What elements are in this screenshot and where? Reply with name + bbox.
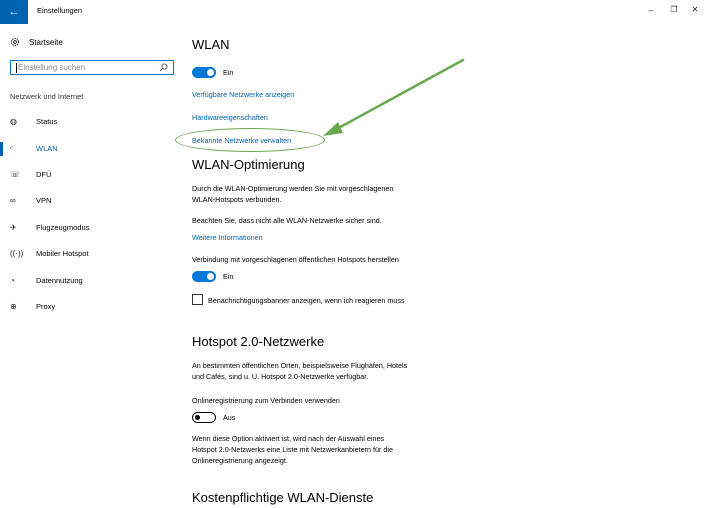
hotspot20-desc-line1: An bestimmten öffentlichen Orten, beispi…	[192, 361, 408, 370]
optimization-desc-line2: WLAN-Hotspots verbunden.	[192, 195, 282, 204]
connect-hotspots-toggle-label: Ein	[223, 272, 234, 281]
annotation-arrow	[323, 58, 465, 136]
banner-checkbox-label: Benachrichtigungsbanner anzeigen, wenn i…	[208, 296, 405, 305]
wlan-optimization-title: WLAN-Optimierung	[192, 157, 305, 172]
optimization-desc-line1: Durch die WLAN-Optimierung werden Sie mi…	[192, 184, 394, 193]
online-desc-line1: Wenn diese Option aktiviert ist, wird na…	[192, 434, 385, 443]
banner-checkbox[interactable]	[192, 294, 203, 305]
more-info-link[interactable]: Weitere Informationen	[192, 233, 263, 242]
online-registration-toggle[interactable]	[192, 412, 216, 423]
online-desc-line3: Onlineregistrierung angezeigt.	[192, 456, 288, 465]
hotspot20-title: Hotspot 2.0-Netzwerke	[192, 334, 325, 349]
paid-wlan-title: Kostenpflichtige WLAN-Dienste	[192, 490, 374, 505]
connect-hotspots-toggle[interactable]	[192, 271, 216, 282]
online-desc-line2: Hotspot 2.0-Netzwerks eine Liste mit Net…	[192, 445, 393, 454]
connect-hotspots-label: Verbindung mit vorgeschlagenen öffentlic…	[192, 255, 399, 264]
online-registration-toggle-label: Aus	[223, 413, 236, 422]
online-registration-label: Onlineregistrierung zum Verbinden verwen…	[192, 396, 340, 405]
hotspot20-desc-line2: und Cafés, sind u. U. Hotspot 2.0-Netzwe…	[192, 372, 369, 381]
security-note: Beachten Sie, dass nicht alle WLAN-Netzw…	[192, 216, 382, 225]
